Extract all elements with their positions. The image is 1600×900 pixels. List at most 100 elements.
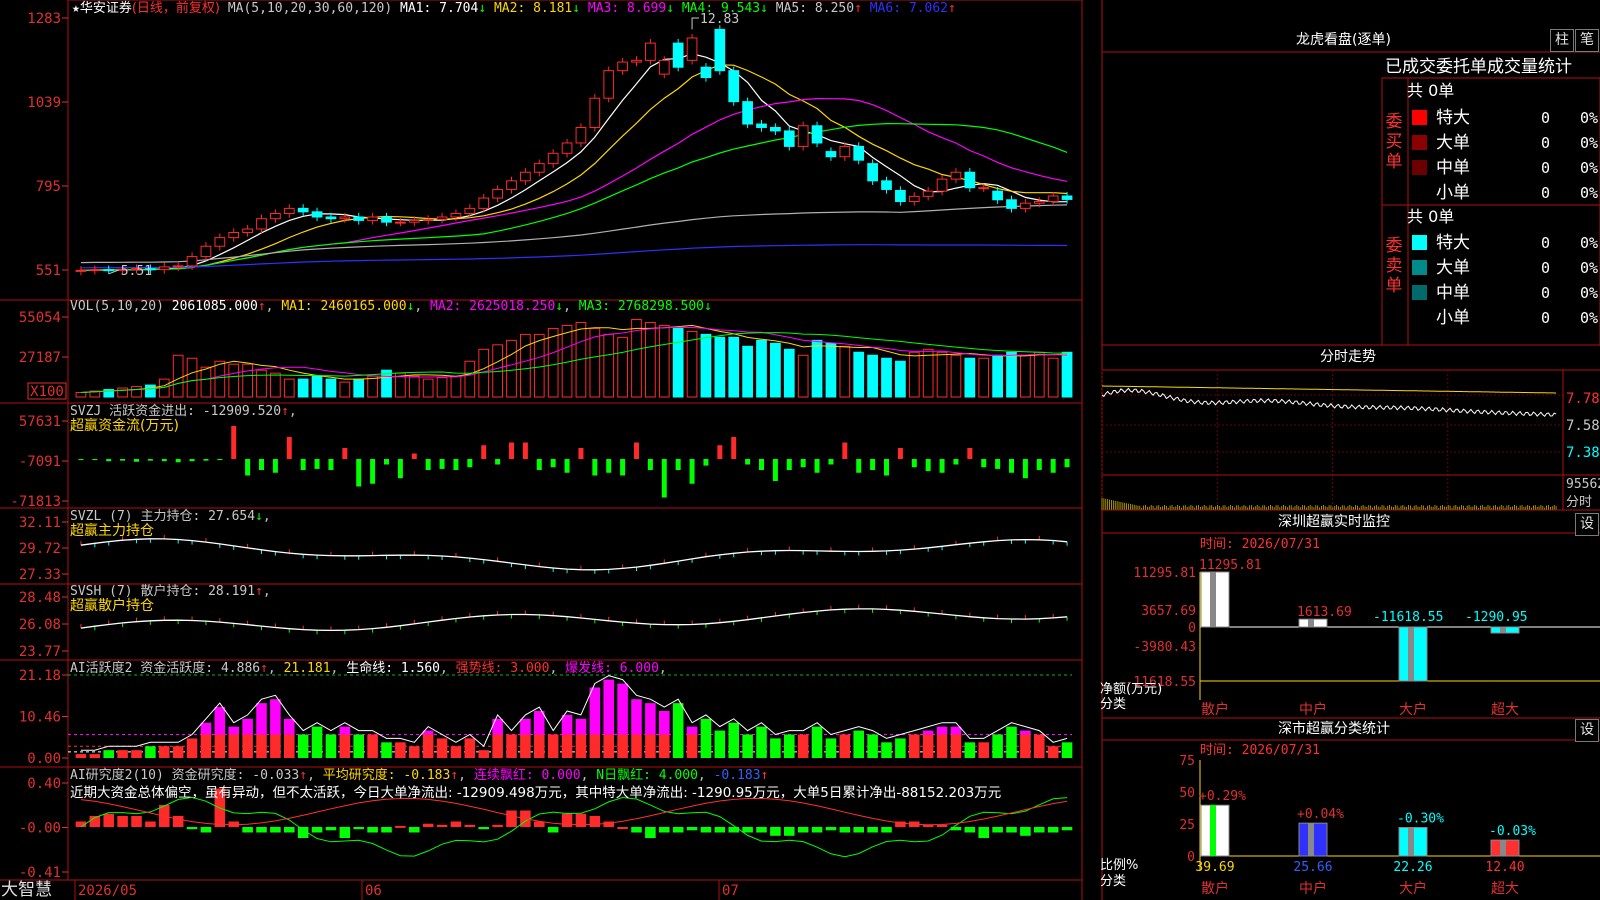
- sz-settings-button[interactable]: 设: [1575, 513, 1599, 536]
- candle-body: [256, 218, 267, 230]
- ma-title: MA(5,10,20,30,60,120): [227, 1, 393, 16]
- svzj-bar: [272, 459, 278, 473]
- vol-bar: [547, 327, 559, 398]
- sz-unit: 净额(万元): [1100, 682, 1163, 697]
- vol-bar: [1020, 354, 1031, 398]
- ai2-bar: [784, 827, 795, 836]
- ai1-bar: [964, 742, 976, 758]
- bar-view-button[interactable]: 柱: [1550, 29, 1574, 52]
- buy-row-pct: 0%: [1580, 184, 1598, 202]
- buy-row-value: 0: [1541, 184, 1550, 202]
- buy-row-pct: 0%: [1580, 134, 1598, 152]
- ai2-bar: [797, 827, 809, 833]
- cls-settings-button[interactable]: 设: [1575, 719, 1599, 742]
- tick-view-button[interactable]: 笔: [1575, 29, 1599, 52]
- sell-row-name: 大单: [1436, 258, 1470, 278]
- ai1-title: AI活跃度2 资金活跃度: 4.886: [70, 661, 261, 676]
- candle-body: [200, 245, 212, 258]
- intraday-avg-line: [1102, 385, 1557, 394]
- vol-arrow: ↑: [257, 299, 266, 314]
- candle-body: [908, 195, 920, 202]
- vol-bar: [325, 378, 337, 398]
- buy-row-name: 小单: [1436, 183, 1470, 203]
- ai2-bar: [242, 827, 253, 833]
- svzj-header: SVZJ 活跃资金进出: -12909.520↑,: [70, 404, 297, 419]
- vol-bar: [186, 357, 198, 398]
- intraday-title: 分时走势: [1320, 349, 1376, 365]
- ai2-bar: [853, 827, 864, 833]
- vol-bar: [783, 348, 795, 398]
- ai2-bar: [256, 827, 267, 833]
- ma1-value: MA1: 7.704: [400, 1, 479, 16]
- candle-body: [464, 207, 476, 215]
- vol-bar: [131, 386, 142, 398]
- svzj-bar: [981, 459, 987, 468]
- svzj-bar: [495, 459, 501, 465]
- sell-row-name: 小单: [1436, 308, 1470, 328]
- ma2-arrow: ↓: [572, 1, 581, 16]
- svzj-bar: [509, 442, 514, 459]
- svzj-bar: [231, 426, 237, 459]
- vol-bar: [700, 333, 712, 398]
- ai1-bar: [909, 734, 920, 758]
- ai1-bar: [561, 734, 573, 758]
- ai1-bar: [589, 734, 601, 758]
- favorite-star-icon[interactable]: ★: [72, 1, 80, 16]
- price-axis-label: 1039: [27, 95, 61, 111]
- candle-body: [1006, 199, 1017, 209]
- ma3-value: MA3: 8.699: [587, 1, 667, 16]
- cls-value-label: 39.69: [1195, 860, 1234, 875]
- ai1-bar: [409, 746, 420, 758]
- ai1-bar: [922, 734, 934, 758]
- svzj-bar: [314, 459, 320, 469]
- ai1-bar: [797, 734, 809, 758]
- svzj-bar: [911, 459, 917, 468]
- ai1-axis-label: 0.00: [27, 751, 61, 767]
- vol-bar: [728, 336, 740, 398]
- vol-bar: [464, 360, 476, 398]
- svsh-axis-label: 26.08: [19, 617, 61, 633]
- cls-axis-label: 50: [1179, 786, 1195, 801]
- chart-stage[interactable]: 1283 1039 795 551 12.83 5.51 55054 27187 X100 576…: [0, 0, 1600, 900]
- candle-body: [770, 126, 781, 132]
- svzl-header: SVZL (7) 主力持仓: 27.654↓,: [70, 509, 271, 524]
- ai2-bar: [409, 827, 420, 833]
- ai1-bar: [506, 734, 517, 758]
- ai2-bar: [311, 827, 323, 833]
- ai1-v2: 21.181: [283, 661, 331, 676]
- vol-bar: [1061, 351, 1073, 398]
- stats-title: 已成交委托单成交量统计: [1385, 57, 1572, 77]
- svzj-bar: [439, 459, 445, 469]
- ai1-bar-burst: [561, 714, 573, 735]
- cls-change-label: -0.03%: [1489, 824, 1536, 839]
- chart-canvas[interactable]: 1283103979555112.835.515505427187X100576…: [0, 0, 1600, 900]
- svzj-bar: [800, 459, 806, 468]
- candle-body: [172, 265, 184, 268]
- ai1-bar: [117, 750, 128, 758]
- ai2-bar: [589, 816, 601, 827]
- ai2-bar: [686, 827, 698, 831]
- ai2-bar: [978, 827, 989, 838]
- ai1-bar-burst: [270, 699, 281, 735]
- sz-value-label: -1290.95: [1465, 610, 1528, 625]
- candle-body: [867, 163, 878, 182]
- cls-change-label: +0.04%: [1297, 807, 1344, 822]
- vol-bar: [617, 336, 628, 398]
- candle-body: [783, 130, 795, 147]
- candle-body: [645, 42, 656, 61]
- sz-category-label: 散户: [1201, 701, 1229, 718]
- ai1-strong: 强势线: 3.000: [455, 661, 550, 676]
- ai2-bar: [561, 813, 573, 827]
- svzj-bar: [120, 459, 126, 461]
- buy-total: 共 0单: [1407, 81, 1455, 100]
- intraday-axis-label: 7.38: [1566, 445, 1600, 461]
- ai2-bar: [1006, 827, 1017, 833]
- ai1-bar: [1006, 726, 1017, 758]
- ai1-bar-burst: [922, 730, 934, 735]
- ma5-arrow: ↑: [854, 1, 862, 16]
- svzj-bar: [925, 459, 931, 472]
- svzj-bar: [106, 459, 112, 462]
- vol-bar: [506, 339, 517, 398]
- svzj-bar: [92, 459, 98, 461]
- candle-body: [714, 28, 726, 72]
